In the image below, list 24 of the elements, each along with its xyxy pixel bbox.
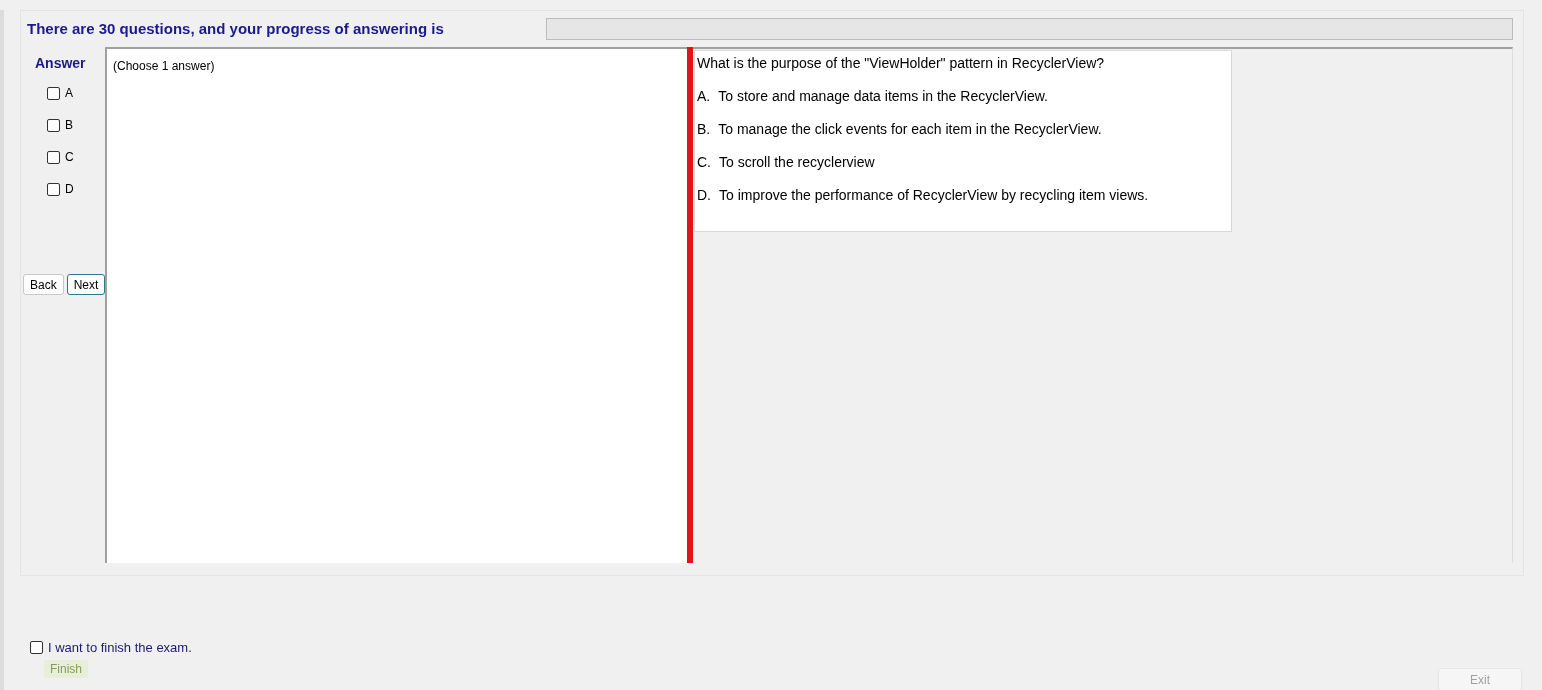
choice-text: To improve the performance of RecyclerView by recycling item views. xyxy=(719,186,1149,205)
answer-option-label: B xyxy=(65,117,73,134)
choice-text: To store and manage data items in the RecyclerView. xyxy=(718,87,1048,106)
answer-checkbox[interactable] xyxy=(47,150,60,164)
choice-text: To manage the click events for each item in the RecyclerView. xyxy=(718,120,1102,139)
instruction-text: (Choose 1 answer) xyxy=(113,59,215,73)
answer-checkbox[interactable] xyxy=(47,118,60,132)
finish-checkbox[interactable] xyxy=(30,641,43,655)
nav-button[interactable]: Next xyxy=(66,274,106,295)
finish-checkbox-label: I want to finish the exam. xyxy=(48,639,192,657)
choice-letter: A. xyxy=(697,87,711,106)
nav-button[interactable]: Back xyxy=(23,274,64,295)
progress-caption: There are 30 questions, and your progress of answering is xyxy=(27,20,444,37)
answer-option-label: A xyxy=(65,85,73,102)
answer-checkbox[interactable] xyxy=(47,86,60,100)
choice-letter: C. xyxy=(697,153,711,172)
question-text: What is the purpose of the "ViewHolder" pattern in RecyclerView? xyxy=(697,54,1106,73)
choice-letter: B. xyxy=(697,120,711,139)
answer-option-label: D xyxy=(65,181,74,198)
choice-letter: D. xyxy=(697,186,711,205)
answer-heading: Answer xyxy=(34,54,87,73)
answer-option-label: C xyxy=(65,149,74,166)
answer-checkbox[interactable] xyxy=(47,182,60,196)
choice-text: To scroll the recyclerview xyxy=(719,153,875,172)
